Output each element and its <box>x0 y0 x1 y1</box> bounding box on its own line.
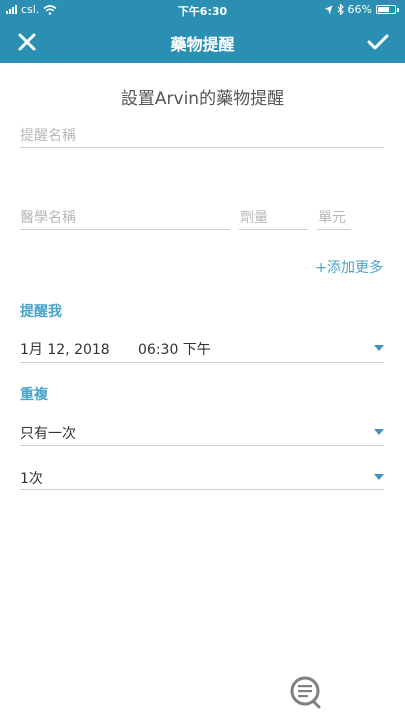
confirm-button[interactable] <box>363 27 393 57</box>
check-icon <box>367 34 389 50</box>
remind-me-label: 提醒我 <box>20 304 62 320</box>
dosage-underline <box>239 229 308 230</box>
qooah-logo-mark <box>290 676 321 709</box>
status-right: 66% <box>324 3 399 16</box>
repeat-label: 重複 <box>20 387 48 403</box>
nav-bar: 藥物提醒 <box>0 20 405 63</box>
battery-icon <box>376 5 396 14</box>
location-icon <box>324 5 333 14</box>
reminder-name-underline <box>20 147 384 148</box>
datetime-dropdown-icon[interactable] <box>374 345 384 351</box>
reminder-name-input[interactable]: 提醒名稱 <box>20 125 76 145</box>
dosage-input[interactable]: 劑量 <box>240 207 268 227</box>
medicine-name-input[interactable]: 醫學名稱 <box>20 207 76 227</box>
datetime-underline <box>20 362 384 363</box>
battery-tip <box>397 7 399 12</box>
count-select[interactable]: 1次 <box>20 468 43 488</box>
qooah-logo <box>289 674 389 710</box>
add-more-button[interactable]: +添加更多 <box>315 257 383 277</box>
date-value[interactable]: 1月 12, 2018 <box>20 339 110 359</box>
page-title: 藥物提醒 <box>170 35 235 54</box>
bluetooth-icon <box>337 4 344 15</box>
repeat-dropdown-icon[interactable] <box>374 429 384 435</box>
count-dropdown-icon[interactable] <box>374 474 384 480</box>
status-bar: csl. 下午6:30 66% <box>0 0 405 20</box>
time-value[interactable]: 06:30 下午 <box>138 339 211 359</box>
unit-underline <box>317 229 351 230</box>
repeat-select[interactable]: 只有一次 <box>20 423 76 443</box>
form-heading: 設置Arvin的藥物提醒 <box>120 89 285 109</box>
count-underline <box>20 489 384 490</box>
battery-percent: 66% <box>347 3 372 16</box>
repeat-underline <box>20 445 384 446</box>
unit-input[interactable]: 單元 <box>318 207 346 227</box>
medicine-name-underline <box>20 229 230 230</box>
